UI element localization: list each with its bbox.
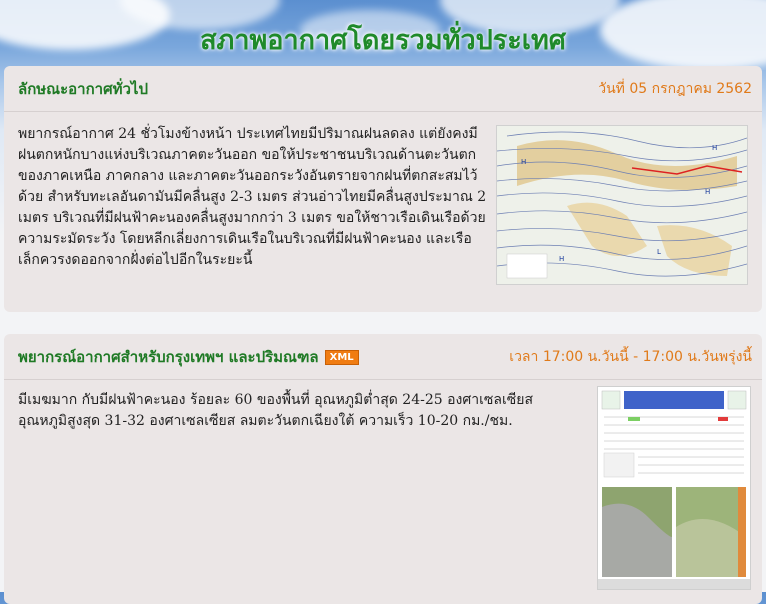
general-weather-text: พยากรณ์อากาศ 24 ชั่วโมงข้างหน้า ประเทศไท…	[18, 126, 487, 268]
svg-text:H: H	[559, 255, 564, 263]
bangkok-forecast-title-wrap: พยากรณ์อากาศสำหรับกรุงเทพฯ และปริมณฑล XML	[18, 345, 359, 369]
bangkok-forecast-time: เวลา 17:00 น.วันนี้ - 17:00 น.วันพรุ่งนี…	[509, 348, 752, 365]
svg-text:H: H	[712, 144, 717, 152]
bangkok-forecast-header: พยากรณ์อากาศสำหรับกรุงเทพฯ และปริมณฑล XML…	[4, 334, 762, 380]
svg-text:H: H	[705, 188, 710, 196]
page-title: สภาพอากาศโดยรวมทั่วประเทศ	[200, 25, 566, 56]
weather-map-image[interactable]: H H L H H	[496, 125, 748, 285]
svg-text:L: L	[657, 248, 661, 256]
bangkok-forecast-text: มีเมฆมาก กับมีฝนฟ้าคะนอง ร้อยละ 60 ของพื…	[18, 392, 533, 429]
general-weather-header: ลักษณะอากาศทั่วไป วันที่ 05 กรกฎาคม 2562	[4, 66, 762, 112]
svg-text:H: H	[521, 158, 526, 166]
bangkok-forecast-title: พยากรณ์อากาศสำหรับกรุงเทพฯ และปริมณฑล	[18, 347, 319, 366]
general-weather-title: ลักษณะอากาศทั่วไป	[18, 79, 148, 98]
bangkok-forecast-panel: พยากรณ์อากาศสำหรับกรุงเทพฯ และปริมณฑล XML…	[4, 334, 762, 604]
general-weather-panel: ลักษณะอากาศทั่วไป วันที่ 05 กรกฎาคม 2562…	[4, 66, 762, 312]
general-weather-date: วันที่ 05 กรกฎาคม 2562	[598, 80, 752, 97]
bangkok-forecast-image[interactable]	[597, 386, 751, 590]
xml-feed-button[interactable]: XML	[324, 349, 359, 365]
